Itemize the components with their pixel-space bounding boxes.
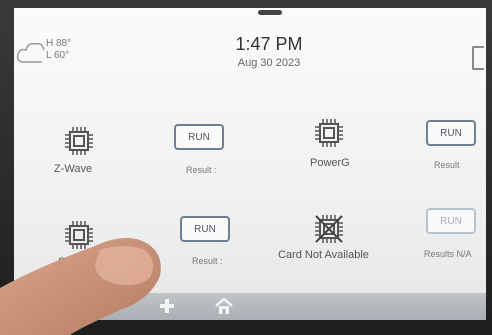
card-unavailable-label: Card Not Available: [278, 249, 369, 261]
powerg-label: PowerG: [310, 157, 350, 169]
weather-high: H 88°: [46, 38, 72, 49]
sp-result: Result :: [192, 256, 223, 266]
powerg-run-button[interactable]: RUN: [426, 120, 476, 146]
chip-icon: [62, 124, 96, 158]
zwave-label: Z-Wave: [54, 163, 93, 175]
clock-time: 1:47 PM: [235, 34, 303, 54]
weather-widget[interactable]: H 88° L 60°: [16, 34, 86, 68]
weather-low: L 60°: [46, 50, 70, 61]
zwave-run-button[interactable]: RUN: [174, 124, 224, 150]
chip-crossed-icon: [312, 212, 346, 246]
pull-down-handle[interactable]: [258, 10, 282, 15]
finger-overlay: [0, 238, 161, 335]
card-result: Results N/A: [424, 249, 472, 259]
home-icon[interactable]: [214, 297, 234, 315]
weather-text: H 88° L 60°: [46, 38, 71, 62]
chip-icon: [312, 116, 346, 150]
powerg-result: Result: [434, 160, 460, 170]
zwave-result: Result :: [186, 165, 217, 175]
card-run-button: RUN: [426, 208, 476, 234]
clock-date: Aug 30 2023: [237, 57, 301, 69]
clock-widget: 1:47 PM Aug 30 2023: [214, 34, 324, 69]
panel-edge-icon[interactable]: [472, 46, 484, 70]
